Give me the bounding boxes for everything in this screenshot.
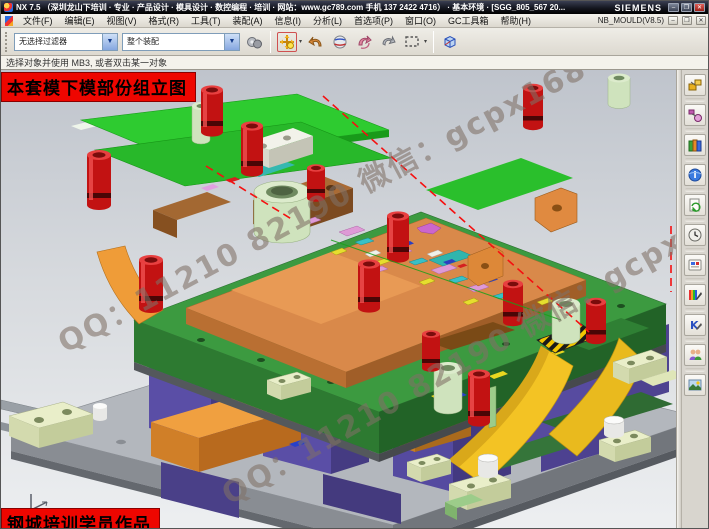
graphics-viewport[interactable]: QQ：11210 82190 微信：gcpx168 QQ：11210 82190…: [1, 70, 676, 529]
internet-explorer-icon[interactable]: i: [684, 164, 706, 186]
chevron-down-icon[interactable]: ▾: [299, 38, 302, 45]
menu-edit[interactable]: 编辑(E): [59, 14, 101, 27]
nx-application-window: NX 7.5 （深圳龙山下培训 · 专业 · 产品设计 · 模具设计 · 数控编…: [0, 0, 709, 529]
mdi-close-button[interactable]: ✕: [696, 16, 706, 25]
rotate-icon[interactable]: [378, 32, 398, 52]
menu-format[interactable]: 格式(R): [143, 14, 186, 27]
menu-information[interactable]: 信息(I): [269, 14, 308, 27]
close-button[interactable]: ✕: [694, 3, 705, 12]
undo-icon[interactable]: [306, 32, 326, 52]
reposition-icon[interactable]: [354, 32, 374, 52]
move-component-icon[interactable]: [277, 32, 297, 52]
maximize-button[interactable]: ❐: [681, 3, 692, 12]
rectangle-select-icon[interactable]: [402, 32, 422, 52]
user-roles-icon[interactable]: [684, 344, 706, 366]
bottom-annotation-label: 钢城培训学员作品: [1, 508, 160, 529]
chevron-down-icon[interactable]: ▾: [424, 38, 427, 45]
menu-analysis[interactable]: 分析(L): [307, 14, 348, 27]
menu-help[interactable]: 帮助(H): [495, 14, 538, 27]
menu-bar: 文件(F) 编辑(E) 视图(V) 格式(R) 工具(T) 装配(A) 信息(I…: [1, 14, 708, 28]
window-title: NX 7.5 （深圳龙山下培训 · 专业 · 产品设计 · 模具设计 · 数控编…: [16, 2, 608, 13]
history-icon[interactable]: [684, 224, 706, 246]
selection-scope-combo[interactable]: 整个装配 ▼: [122, 33, 240, 51]
3d-model[interactable]: [1, 70, 676, 529]
prompt-text: 选择对象并使用 MB3, 或者双击某一对象: [6, 56, 167, 69]
mdi-minimize-button[interactable]: –: [668, 16, 678, 25]
mdi-restore-button[interactable]: ❐: [682, 16, 692, 25]
reuse-library-icon[interactable]: [684, 194, 706, 216]
minimize-button[interactable]: –: [668, 3, 679, 12]
visualization-icon[interactable]: [684, 284, 706, 306]
constraint-navigator-icon[interactable]: [684, 104, 706, 126]
nx-app-icon: [4, 3, 13, 12]
separator: [685, 248, 705, 252]
menu-window[interactable]: 窗口(O): [399, 14, 442, 27]
assembly-constraints-icon[interactable]: [244, 32, 264, 52]
toolbar-separator: [270, 31, 271, 53]
separator: [685, 218, 705, 222]
separator: [685, 278, 705, 282]
nx-menu-logo: [5, 16, 13, 26]
separator: [685, 308, 705, 312]
separator: [685, 368, 705, 372]
menu-assembly[interactable]: 装配(A): [227, 14, 269, 27]
svg-text:K: K: [690, 319, 699, 332]
shortcut-icon[interactable]: K: [684, 314, 706, 336]
menu-view[interactable]: 视图(V): [101, 14, 143, 27]
toolbar-grip[interactable]: [5, 32, 9, 52]
image-gallery-icon[interactable]: [684, 374, 706, 396]
chevron-down-icon[interactable]: ▼: [224, 34, 239, 50]
menu-file[interactable]: 文件(F): [17, 14, 59, 27]
active-part-label: NB_MOULD(V8.5): [598, 16, 664, 25]
selection-scope-value: 整个装配: [123, 36, 224, 47]
siemens-logo: SIEMENS: [614, 3, 662, 13]
orbit-view-icon[interactable]: [330, 32, 350, 52]
menu-gc-toolbox[interactable]: GC工具箱: [442, 14, 495, 27]
chevron-down-icon[interactable]: ▼: [102, 34, 117, 50]
separator: [685, 188, 705, 192]
separator: [685, 338, 705, 342]
roles-icon[interactable]: [684, 254, 706, 276]
menu-preferences[interactable]: 首选项(P): [348, 14, 399, 27]
separator: [685, 158, 705, 162]
prompt-bar: 选择对象并使用 MB3, 或者双击某一对象: [1, 56, 708, 70]
title-bar: NX 7.5 （深圳龙山下培训 · 专业 · 产品设计 · 模具设计 · 数控编…: [1, 1, 708, 14]
resource-bar: i K: [681, 70, 708, 529]
toolbar-separator: [433, 31, 434, 53]
selection-filter-combo[interactable]: 无选择过滤器 ▼: [14, 33, 118, 51]
part-navigator-icon[interactable]: [684, 134, 706, 156]
selection-toolbar: 无选择过滤器 ▼ 整个装配 ▼ ▾ ▾: [1, 28, 708, 56]
menu-tools[interactable]: 工具(T): [185, 14, 227, 27]
assembly-navigator-icon[interactable]: [684, 74, 706, 96]
separator: [685, 128, 705, 132]
top-annotation-label: 本套模下模部份组立图: [1, 72, 196, 102]
isometric-view-icon[interactable]: [440, 32, 460, 52]
separator: [685, 98, 705, 102]
selection-filter-value: 无选择过滤器: [15, 36, 102, 47]
